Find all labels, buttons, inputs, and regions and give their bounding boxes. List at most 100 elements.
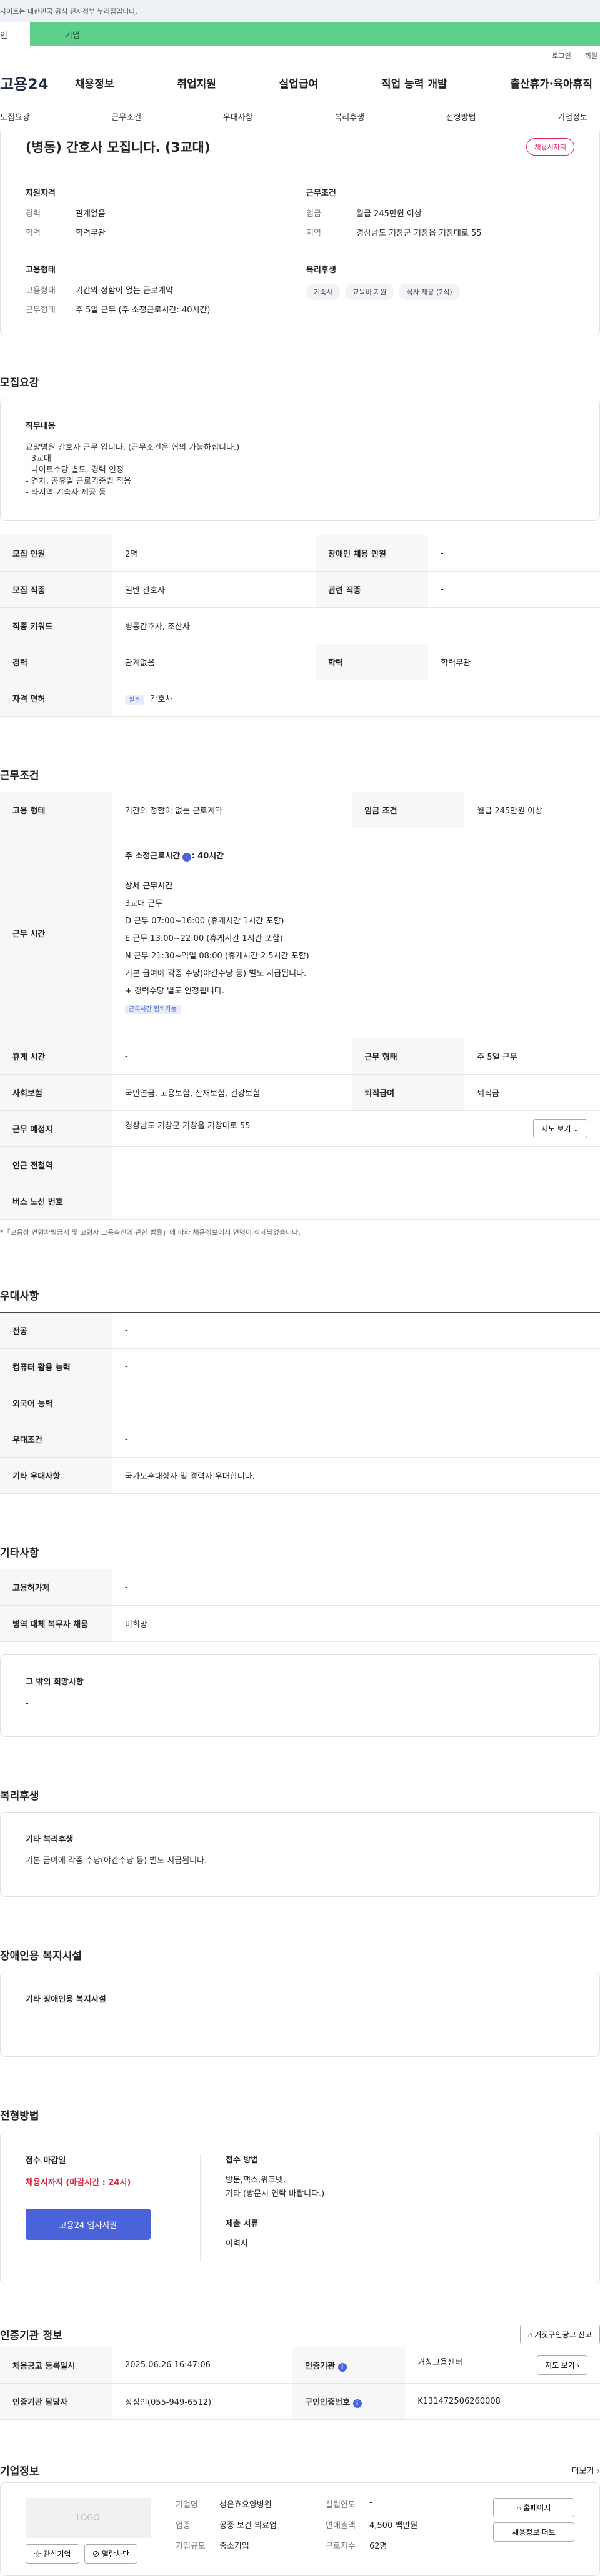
- company-box: LOGO ☆ 관심기업 ⊘ 열람차단 기업명 성은효요양병원 설립연도 - 업종 공중…: [0, 2482, 600, 2576]
- table-row: 인근 전철역 -: [0, 1146, 600, 1183]
- company-key: 근로자수: [326, 2542, 356, 2551]
- table-value: -: [112, 1569, 600, 1606]
- top-notice-bar: 사이트는 대한민국 공식 전자정부 누리집입니다.: [0, 0, 600, 22]
- table-value: -: [112, 1312, 600, 1349]
- section-title-company: 기업정보: [0, 2465, 39, 2478]
- report-fake-ad-button[interactable]: ⌂ 거짓구인광고 신고: [519, 2324, 600, 2344]
- cert-map-label: 지도 보기: [545, 2361, 575, 2370]
- detail-line: N 근무 21:30~익일 08:00 (휴게시간 2.5시간 포함): [125, 952, 309, 961]
- age-note: *「고용상 연령차별금지 및 고령자 고용촉진에 관한 법률」에 따라 채용정보…: [0, 1228, 301, 1236]
- docs-value: 이력서: [226, 2239, 248, 2249]
- method-line: 방문,팩스,워크넷,: [226, 2176, 286, 2185]
- hours-value: : 40시간: [191, 852, 224, 861]
- cert-map-button[interactable]: 지도 보기 ›: [537, 2355, 588, 2375]
- detail-line: + 경력수당 별도 인정됩니다.: [125, 987, 224, 996]
- welfare-box-text: 기본 급여에 각종 수당(야간수당 등) 별도 지급됩니다.: [26, 1856, 208, 1866]
- welfare-chip: 교육비 지원: [345, 284, 394, 300]
- notice-text: 사이트는 대한민국 공식 전자정부 누리집입니다.: [0, 7, 138, 16]
- license-cell: 필수 간호사: [112, 680, 600, 717]
- table-key: 인증기관 i: [292, 2347, 406, 2384]
- table-key: 인근 전철역: [0, 1146, 112, 1183]
- table-key: 근무 형태: [352, 1038, 465, 1075]
- tab-individual-label: 인: [0, 31, 8, 41]
- table-key: 고용허가제: [0, 1569, 112, 1606]
- table-key: 병역 대체 복무자 채용: [0, 1605, 112, 1642]
- table-key: 인증기관 담당자: [0, 2383, 112, 2420]
- disabled-box: 기타 장애인용 복지시설 -: [0, 1972, 600, 2057]
- table-key: 기타 우대사항: [0, 1457, 112, 1494]
- subnav-recruit[interactable]: 모집요강: [0, 111, 30, 122]
- section-subnav: 모집요강 근무조건 우대사항 복리후생 전형방법 기업정보: [0, 101, 600, 132]
- info-icon[interactable]: i: [182, 853, 192, 862]
- info-icon[interactable]: i: [338, 2362, 347, 2372]
- report-fake-ad-label: 거짓구인광고 신고: [534, 2330, 592, 2339]
- map-view-button[interactable]: 지도 보기 ⌄: [533, 1119, 588, 1138]
- tab-individual[interactable]: 인: [0, 22, 30, 46]
- table-value: 기간의 정함이 없는 근로계약: [112, 792, 352, 828]
- table-value: -: [428, 571, 600, 608]
- homepage-button[interactable]: ⌂ 홈페이지: [493, 2498, 574, 2517]
- subnav-pref[interactable]: 우대사항: [223, 111, 253, 122]
- section-title-apply: 전형방법: [0, 2110, 39, 2122]
- table-row: 사회보험 국민연금, 고용보험, 산재보험, 건강보험 퇴직급여 퇴직금: [0, 1074, 600, 1111]
- table-row: 경력 관계없음 학력 학력무관: [0, 644, 600, 680]
- qual-heading: 지원자격: [26, 189, 56, 198]
- required-badge: 필수: [125, 695, 144, 705]
- gnb-item-leave[interactable]: 출산휴가·육아휴직: [510, 75, 592, 91]
- subnav-apply[interactable]: 전형방법: [446, 111, 476, 122]
- block-view-label: 열람차단: [101, 2550, 130, 2559]
- gnb-item-unemployment[interactable]: 실업급여: [279, 75, 319, 91]
- cond-value: 경상남도 거창군 거창읍 거창대로 55: [356, 229, 482, 238]
- gnb-item-jobs[interactable]: 채용정보: [75, 75, 114, 91]
- table-value: 비희망: [112, 1605, 600, 1642]
- join-link[interactable]: 회원: [585, 51, 598, 61]
- company-key: 연매출액: [326, 2521, 356, 2530]
- table-value: 2025.06.26 16:47:06: [112, 2347, 293, 2384]
- welfare-box-heading: 기타 복리후생: [26, 1835, 74, 1844]
- subnav-work[interactable]: 근무조건: [111, 111, 141, 122]
- duty-line: - 타지역 기숙사 제공 등: [26, 488, 106, 497]
- section-title-disabled: 장애인용 복지시설: [0, 1950, 82, 1962]
- table-value: -: [112, 1348, 600, 1385]
- welfare-chip: 식사 제공 (2식): [399, 284, 460, 300]
- subnav-company[interactable]: 기업정보: [558, 111, 588, 122]
- method-label: 접수 방법: [226, 2156, 259, 2165]
- favorite-company-button[interactable]: ☆ 관심기업: [26, 2544, 79, 2564]
- login-link[interactable]: 로그인: [552, 51, 571, 61]
- table-key: 장애인 채용 인원: [316, 535, 429, 572]
- table-row: 전공 -: [0, 1312, 600, 1349]
- table-value: 월급 245만원 이상: [464, 792, 600, 828]
- table-value: 장정인(055-949-6512): [112, 2383, 293, 2420]
- more-jobs-button[interactable]: 채용정보 더보: [493, 2522, 574, 2542]
- table-key: 휴게 시간: [0, 1038, 112, 1075]
- pref-table: 전공 - 컴퓨터 활용 능력 - 외국어 능력 - 우대조건 - 기타 우대사항 국가보훈…: [0, 1312, 600, 1494]
- gnb-item-support[interactable]: 취업지원: [177, 75, 216, 91]
- duty-box: 직무내용 요양병원 간호사 근무 입니다. (근무조건은 협의 가능하십니다.)…: [0, 399, 600, 521]
- table-key: 모집 직종: [0, 571, 112, 608]
- tab-corporate[interactable]: 기업: [30, 22, 600, 46]
- table-key: 근무 시간: [0, 828, 112, 1038]
- emp-value: 기간의 정함이 없는 근로계약: [76, 286, 173, 296]
- gnb-item-training[interactable]: 직업 능력 개발: [381, 75, 448, 91]
- subnav-welfare[interactable]: 복리후생: [334, 111, 364, 122]
- site-logo[interactable]: 고용24: [0, 72, 75, 94]
- company-value: -: [369, 2498, 372, 2507]
- apply-box: 접수 마감일 채용시까지 (마감시간 : 24시) 고용24 입사지원 접수 방…: [0, 2132, 600, 2284]
- info-icon[interactable]: i: [352, 2399, 362, 2408]
- block-view-button[interactable]: ⊘ 열람차단: [84, 2544, 138, 2564]
- company-more-link[interactable]: 더보기 ›: [572, 2464, 600, 2476]
- cond-key: 지역: [306, 229, 321, 238]
- apply-button[interactable]: 고용24 입사지원: [26, 2209, 151, 2240]
- docs-label: 제출 서류: [226, 2219, 259, 2229]
- table-row: 컴퓨터 활용 능력 -: [0, 1348, 600, 1385]
- table-value: -: [112, 1421, 600, 1458]
- table-value: -: [112, 1146, 600, 1183]
- section-title-cert: 인증기관 정보: [0, 2329, 62, 2342]
- table-value: K131472506260008: [405, 2383, 600, 2420]
- table-row: 기타 우대사항 국가보훈대상자 및 경력자 우대합니다.: [0, 1457, 600, 1494]
- table-row: 채용공고 등록일시 2025.06.26 16:47:06 인증기관 i 거창고용…: [0, 2347, 600, 2384]
- table-row: 인증기관 담당자 장정인(055-949-6512) 구인인증번호 i K1314…: [0, 2383, 600, 2420]
- work-table: 고용 형태 기간의 정함이 없는 근로계약 임금 조건 월급 245만원 이상 근무…: [0, 792, 600, 1220]
- duty-line: 요양병원 간호사 근무 입니다. (근무조건은 협의 가능하십니다.): [26, 443, 240, 452]
- table-key: 우대조건: [0, 1421, 112, 1458]
